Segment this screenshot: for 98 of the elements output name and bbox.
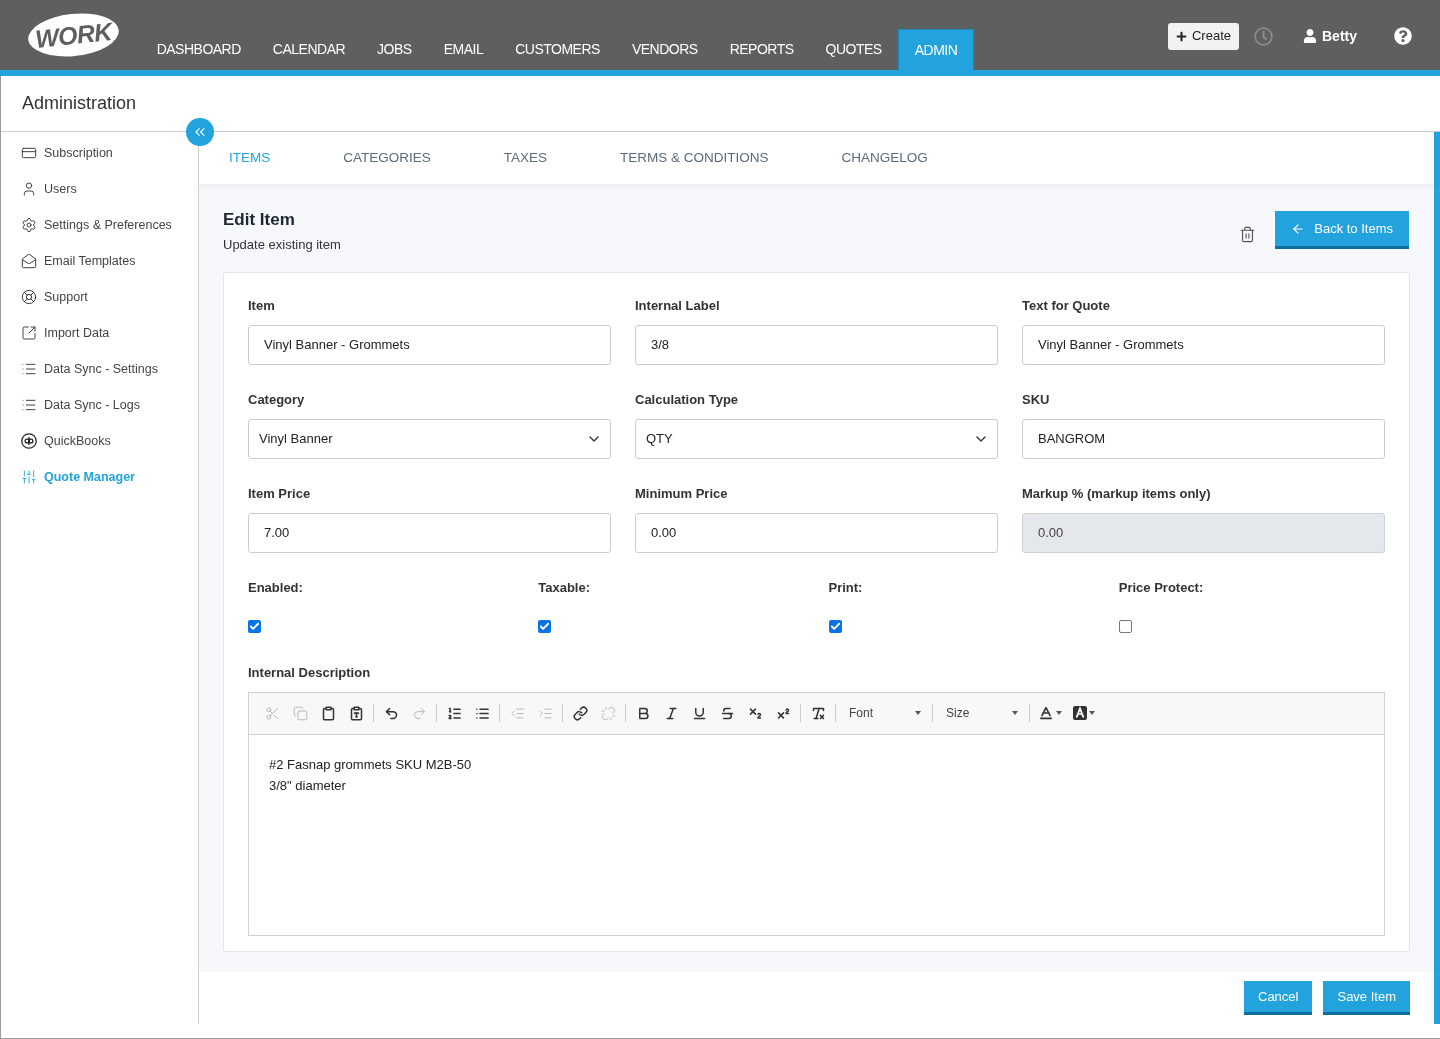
italic-icon — [663, 705, 679, 721]
nav-item[interactable]: REPORTS — [713, 29, 810, 70]
sidebar-item[interactable]: Data Sync - Settings — [1, 351, 198, 387]
checkbox[interactable] — [538, 619, 552, 633]
undo-icon — [383, 705, 399, 721]
checkbox-label: Enabled: — [248, 578, 303, 597]
select-field[interactable]: Vinyl Banner — [248, 418, 611, 459]
numbered-list-icon — [446, 705, 462, 721]
sidebar-item[interactable]: Users — [1, 171, 198, 207]
checkbox[interactable] — [1118, 619, 1132, 633]
nav-item[interactable]: CUSTOMERS — [499, 29, 616, 70]
nav-item[interactable]: JOBS — [361, 29, 428, 70]
input-field[interactable]: Vinyl Banner - Grommets — [1022, 324, 1385, 365]
check-icon — [829, 620, 841, 632]
external-link-icon — [21, 325, 37, 341]
field-label: Calculation Type — [635, 390, 739, 409]
tab[interactable]: TAXES — [503, 147, 548, 169]
collapse-button[interactable] — [186, 118, 214, 146]
tab[interactable]: CATEGORIES — [343, 147, 431, 169]
caret-icon — [1012, 711, 1018, 715]
envelope-icon — [21, 253, 37, 269]
checkbox-label: Price Protect: — [1118, 578, 1204, 597]
unlink-icon — [600, 705, 616, 721]
sidebar-item[interactable]: Import Data — [1, 315, 198, 351]
underline-icon — [691, 705, 707, 721]
nav-item[interactable]: QUOTES — [809, 29, 898, 70]
select-field[interactable]: QTY — [635, 418, 998, 459]
create-button[interactable]: Create — [1167, 22, 1239, 50]
strikethrough-icon — [719, 705, 735, 721]
cut-icon — [264, 705, 280, 721]
field-label: Internal Label — [635, 296, 720, 315]
user-icon — [21, 181, 37, 197]
delete-icon[interactable] — [1239, 225, 1257, 243]
nav-item[interactable]: DASHBOARD — [140, 29, 257, 70]
bullet-list-icon — [474, 705, 490, 721]
clear-format-icon — [810, 705, 826, 721]
checkbox-label: Taxable: — [538, 578, 591, 597]
plus-icon — [1175, 30, 1187, 42]
checkbox[interactable] — [828, 619, 842, 633]
checkbox-label: Print: — [828, 578, 863, 597]
caret-icon — [1056, 711, 1062, 715]
size-dropdown[interactable]: Size — [936, 700, 1026, 726]
input-field[interactable]: 7.00 — [248, 512, 611, 553]
input-field[interactable]: 0.00 — [635, 512, 998, 553]
sliders-icon — [21, 469, 37, 485]
section-subtitle: Update existing item — [223, 236, 341, 254]
font-dropdown[interactable]: Font — [839, 700, 929, 726]
page-title: Administration — [22, 92, 137, 115]
highlight-color-icon — [1073, 706, 1087, 720]
indent-icon — [537, 705, 553, 721]
field-label: Text for Quote — [1022, 296, 1110, 315]
field-label: SKU — [1022, 390, 1050, 409]
superscript-icon — [775, 705, 791, 721]
text-line: 3/8" diameter — [269, 776, 346, 795]
caret-icon — [1089, 711, 1095, 715]
input-field[interactable]: BANGROM — [1022, 418, 1385, 459]
list-icon — [21, 397, 37, 413]
section-title: Edit Item — [223, 209, 295, 231]
sidebar-item[interactable]: QuickBooks — [1, 423, 198, 459]
field-label: Minimum Price — [635, 484, 728, 503]
paste-text-icon — [348, 705, 364, 721]
link-icon — [572, 705, 588, 721]
sidebar-item[interactable]: Data Sync - Logs — [1, 387, 198, 423]
life-buoy-icon — [21, 289, 37, 305]
subscript-icon — [747, 705, 763, 721]
user-icon — [1303, 29, 1317, 43]
outdent-icon — [509, 705, 525, 721]
check-icon — [539, 620, 551, 632]
checkbox[interactable] — [248, 619, 261, 633]
field-label: Markup % (markup items only) — [1022, 484, 1211, 503]
circle-logo-icon — [21, 433, 37, 449]
field-label: Internal Description — [248, 663, 371, 682]
tab[interactable]: CHANGELOG — [841, 147, 928, 169]
nav-item[interactable]: EMAIL — [427, 29, 500, 70]
input-field[interactable]: Vinyl Banner - Grommets — [248, 324, 611, 365]
caret-icon — [915, 711, 921, 715]
text-line: #2 Fasnap grommets SKU M2B-50 — [269, 755, 472, 774]
tab[interactable]: TERMS & CONDITIONS — [620, 147, 769, 169]
field-label: Category — [248, 390, 305, 409]
nav-item[interactable]: VENDORS — [615, 29, 714, 70]
nav-item[interactable]: CALENDAR — [256, 29, 362, 70]
text-color-icon — [1038, 705, 1054, 721]
redo-icon — [411, 705, 427, 721]
copy-icon — [292, 705, 308, 721]
field-label: Item — [248, 296, 275, 315]
sidebar-item[interactable]: Subscription — [1, 135, 198, 171]
sidebar-item[interactable]: Email Templates — [1, 243, 198, 279]
check-icon — [249, 620, 260, 632]
sidebar-item[interactable]: Settings & Preferences — [1, 207, 198, 243]
user-menu[interactable]: Betty — [1303, 25, 1357, 47]
list-icon — [21, 361, 37, 377]
input-field[interactable]: 3/8 — [635, 324, 998, 365]
paste-icon — [320, 705, 336, 721]
field-label: Item Price — [248, 484, 311, 503]
help-icon[interactable] — [1394, 27, 1412, 45]
settings-icon — [21, 217, 37, 233]
credit-card-icon — [21, 145, 37, 161]
sidebar-item[interactable]: Support — [1, 279, 198, 315]
